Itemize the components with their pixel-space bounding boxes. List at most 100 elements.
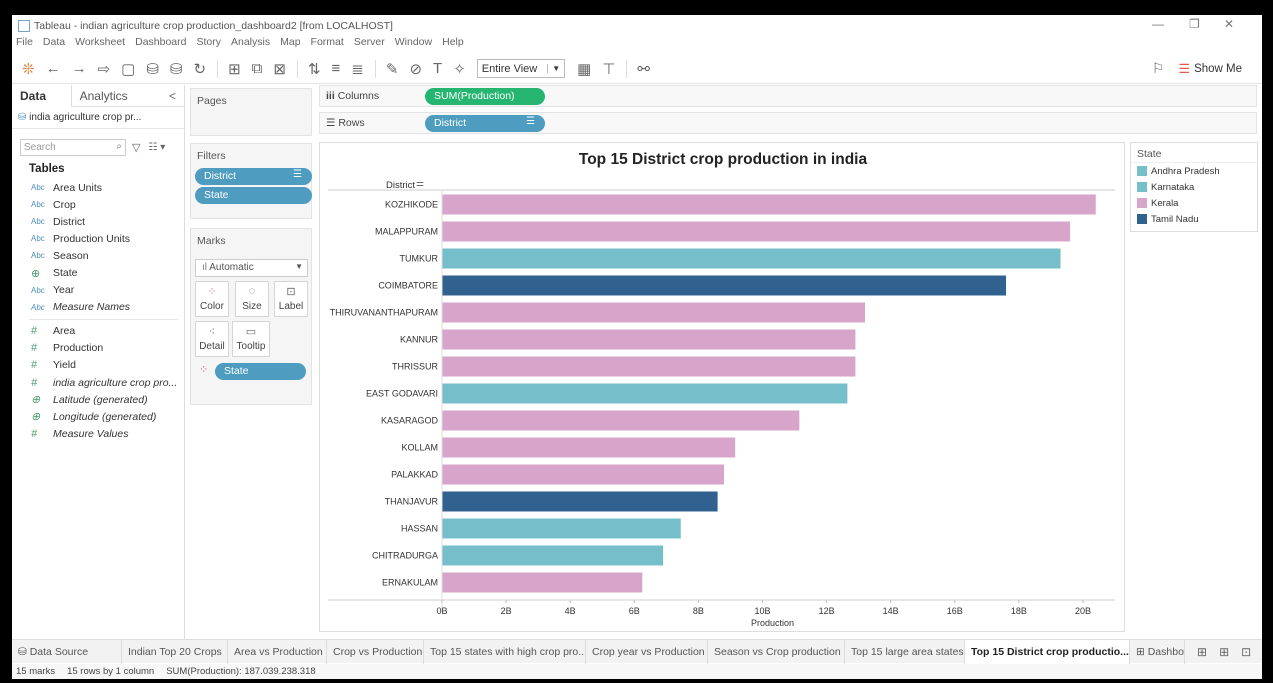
field-item[interactable]: Abc Production Units — [12, 230, 184, 247]
bar[interactable] — [442, 194, 1096, 215]
columns-shelf[interactable]: iii Columns SUM(Production) — [319, 85, 1257, 107]
show-cards-icon[interactable]: ▦ — [577, 60, 591, 78]
tooltip-button[interactable]: ▭ Tooltip — [232, 321, 270, 357]
filter-pill-district[interactable]: District ☰ — [195, 168, 312, 185]
label-button[interactable]: ⊡ Label — [274, 281, 308, 317]
field-item[interactable]: # Measure Values — [12, 425, 184, 442]
field-item[interactable]: ⊕ Longitude (generated) — [12, 408, 184, 425]
swap-icon[interactable]: ⇅ — [308, 60, 321, 78]
bar[interactable] — [442, 518, 681, 539]
menu-help[interactable]: Help — [442, 36, 464, 52]
sheet-tab[interactable]: Season vs Crop production — [708, 639, 845, 664]
field-item[interactable]: ⊕ Latitude (generated) — [12, 391, 184, 408]
sheet-tab[interactable]: ⊞ Dashbo — [1130, 639, 1185, 664]
filter-pill-state[interactable]: State — [195, 187, 312, 204]
field-item[interactable]: ⊕ State — [12, 264, 184, 281]
field-item[interactable]: # india agriculture crop pro... — [12, 374, 184, 391]
sheet-tab[interactable]: Area vs Production — [228, 639, 327, 664]
presentation-icon[interactable]: ⊤ — [602, 60, 615, 78]
sheet-tab[interactable]: ⛁ Data Source — [12, 639, 122, 664]
clear-sheet-icon[interactable]: ⊠ — [273, 60, 286, 78]
forward-arrow-icon[interactable]: → — [72, 60, 87, 77]
sheet-tab[interactable]: Crop vs Production — [327, 639, 424, 664]
mark-type-dropdown[interactable]: ıl Automatic ▼ — [195, 259, 308, 277]
sheet-tab[interactable]: Crop year vs Production — [586, 639, 708, 664]
tableau-logo-icon[interactable]: ❊ — [22, 60, 35, 78]
group-icon[interactable]: ⊘ — [409, 60, 422, 78]
field-item[interactable]: # Area — [12, 323, 184, 340]
redo-icon[interactable]: ⇨ — [98, 60, 111, 78]
datasource-icon[interactable]: ⛁ — [170, 60, 183, 78]
sheet-tab[interactable]: Top 15 large area states — [845, 639, 965, 664]
legend-item[interactable]: Tamil Nadu — [1131, 211, 1257, 227]
restore-button[interactable]: ❐ — [1189, 17, 1200, 31]
duplicate-sheet-icon[interactable]: ⧉ — [252, 60, 263, 77]
size-button[interactable]: ◌ Size — [235, 281, 269, 317]
bar[interactable] — [442, 302, 866, 323]
new-datasource-icon[interactable]: ⛁ — [146, 60, 159, 78]
show-me-button[interactable]: ⚐ ☰ Show Me — [1152, 60, 1242, 77]
legend-item[interactable]: Karnataka — [1131, 179, 1257, 195]
field-item[interactable]: Abc Season — [12, 247, 184, 264]
menu-server[interactable]: Server — [354, 36, 385, 52]
rows-pill[interactable]: District ☰ — [425, 115, 545, 132]
columns-pill[interactable]: SUM(Production) — [425, 88, 545, 105]
marks-pill-state[interactable]: State — [215, 363, 306, 380]
menu-format[interactable]: Format — [311, 36, 344, 52]
pages-card[interactable]: Pages — [190, 88, 312, 136]
label-icon[interactable]: T — [433, 60, 442, 77]
filter-icon[interactable]: ▽ — [132, 141, 140, 154]
highlight-icon[interactable]: ✎ — [386, 60, 399, 78]
lightbulb-icon[interactable]: ⚐ — [1152, 60, 1165, 77]
menu-worksheet[interactable]: Worksheet — [75, 36, 125, 52]
share-icon[interactable]: ⚯ — [637, 60, 650, 78]
bar[interactable] — [442, 356, 856, 377]
sort-descending-icon[interactable]: ≣ — [351, 60, 364, 78]
tab-data[interactable]: Data — [12, 84, 72, 107]
minimize-button[interactable]: — — [1152, 17, 1164, 31]
bar[interactable] — [442, 545, 664, 566]
pin-icon[interactable]: ✧ — [453, 60, 466, 78]
bar[interactable] — [442, 572, 643, 593]
sheet-tab[interactable]: Indian Top 20 Crops — [122, 639, 228, 664]
field-item[interactable]: Abc Measure Names — [12, 299, 184, 316]
sheet-tab[interactable]: Top 15 District crop productio... — [965, 639, 1130, 664]
bar[interactable] — [442, 410, 800, 431]
sort-icon[interactable]: ⚌ — [416, 178, 424, 188]
bar[interactable] — [442, 383, 848, 404]
bar[interactable] — [442, 437, 736, 458]
menu-window[interactable]: Window — [395, 36, 432, 52]
refresh-icon[interactable]: ↻ — [194, 60, 207, 78]
fit-dropdown[interactable]: Entire View ▼ — [476, 59, 566, 78]
save-icon[interactable]: ▢ — [121, 60, 135, 78]
search-input[interactable]: Search ⌕ — [20, 139, 126, 156]
color-button[interactable]: ⁘ Color — [195, 281, 229, 317]
new-worksheet-icon[interactable]: ⊞ — [1197, 645, 1207, 659]
menu-file[interactable]: File — [16, 36, 33, 52]
sort-ascending-icon[interactable]: ≡ — [332, 60, 341, 77]
new-sheet-icon[interactable]: ⊞ — [228, 60, 241, 78]
detail-button[interactable]: ⁖ Detail — [195, 321, 229, 357]
bar[interactable] — [442, 248, 1061, 269]
sheet-tab[interactable]: Top 15 states with high crop pro... — [424, 639, 586, 664]
bar[interactable] — [442, 275, 1007, 296]
field-item[interactable]: Abc Area Units — [12, 179, 184, 196]
view-options-icon[interactable]: ☷ ▾ — [148, 142, 165, 153]
datasource-item[interactable]: ⛁ india agriculture crop pr... — [12, 107, 184, 129]
legend-item[interactable]: Andhra Pradesh — [1131, 163, 1257, 179]
menu-story[interactable]: Story — [196, 36, 221, 52]
legend-item[interactable]: Kerala — [1131, 195, 1257, 211]
field-item[interactable]: Abc Crop — [12, 196, 184, 213]
menu-data[interactable]: Data — [43, 36, 65, 52]
new-dashboard-icon[interactable]: ⊞ — [1219, 645, 1229, 659]
bar[interactable] — [442, 329, 856, 350]
new-story-icon[interactable]: ⊡ — [1241, 645, 1251, 659]
bar[interactable] — [442, 491, 718, 512]
back-arrow-icon[interactable]: ← — [46, 60, 61, 77]
field-item[interactable]: Abc District — [12, 213, 184, 230]
field-item[interactable]: # Production — [12, 340, 184, 357]
close-button[interactable]: ✕ — [1224, 17, 1234, 31]
bar[interactable] — [442, 221, 1071, 242]
field-item[interactable]: # Yield — [12, 357, 184, 374]
field-item[interactable]: Abc Year — [12, 282, 184, 299]
